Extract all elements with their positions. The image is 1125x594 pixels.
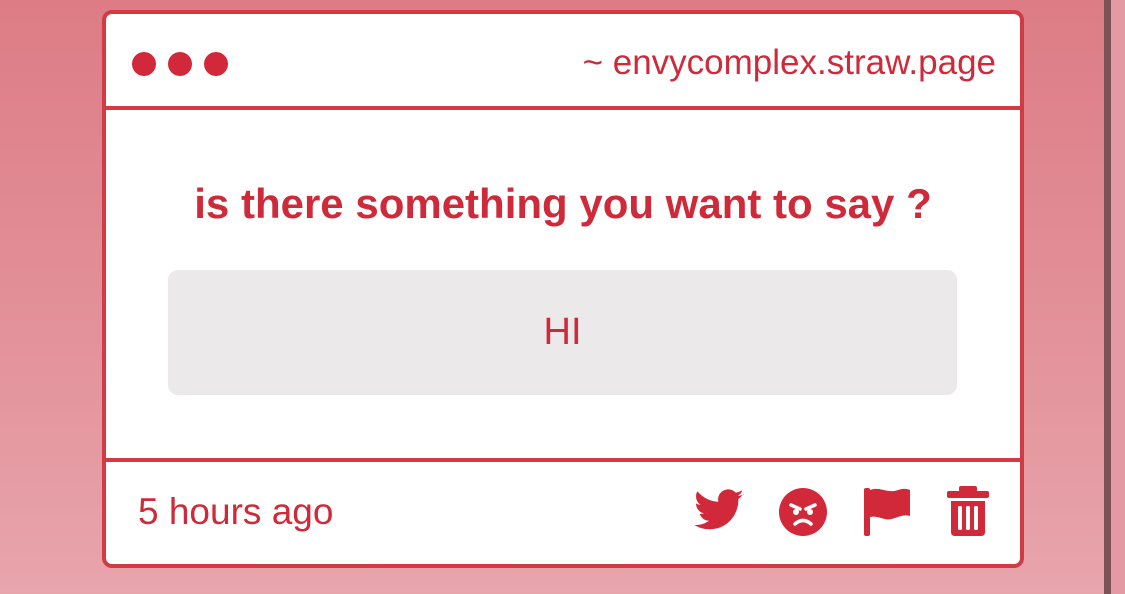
twitter-icon bbox=[694, 489, 744, 530]
delete-button[interactable] bbox=[941, 484, 995, 538]
window-dot-1 bbox=[132, 52, 156, 76]
message-card: ~ envycomplex.straw.page is there someth… bbox=[102, 10, 1024, 568]
card-footer: 5 hours ago bbox=[106, 458, 1020, 564]
timestamp: 5 hours ago bbox=[138, 491, 334, 532]
message-body: is there something you want to say ? HI bbox=[106, 110, 1020, 458]
answer-box: HI bbox=[168, 270, 957, 395]
flag-icon bbox=[864, 488, 910, 536]
site-url[interactable]: ~ envycomplex.straw.page bbox=[583, 38, 996, 88]
report-button[interactable] bbox=[860, 484, 914, 538]
angry-face-icon bbox=[779, 488, 827, 536]
window-dot-2 bbox=[168, 52, 192, 76]
question-text: is there something you want to say ? bbox=[194, 180, 932, 227]
background-divider bbox=[1104, 0, 1111, 594]
twitter-share-button[interactable] bbox=[692, 484, 746, 538]
react-button[interactable] bbox=[776, 484, 830, 538]
window-titlebar: ~ envycomplex.straw.page bbox=[106, 14, 1020, 110]
trash-icon bbox=[947, 486, 989, 536]
window-dot-3 bbox=[204, 52, 228, 76]
